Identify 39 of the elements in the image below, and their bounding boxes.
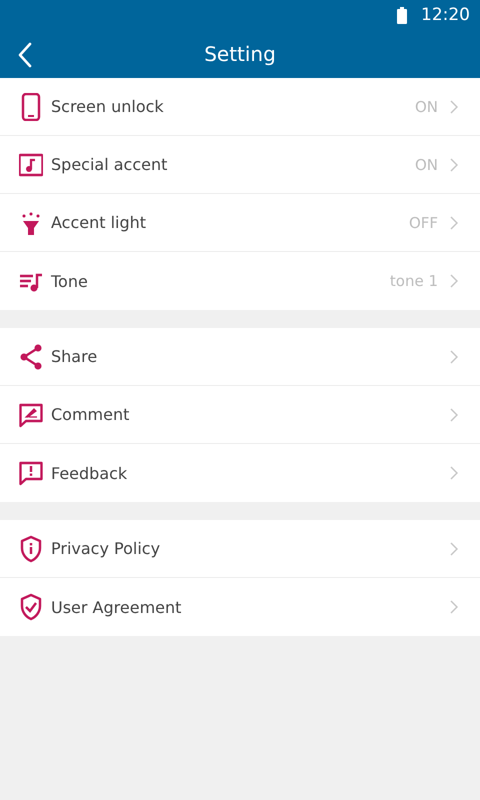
- chevron-icon: [450, 600, 458, 614]
- row-label: Privacy Policy: [51, 539, 162, 558]
- row-label: Screen unlock: [51, 97, 165, 116]
- settings-row[interactable]: Share: [0, 328, 480, 386]
- row-label: Comment: [51, 405, 130, 424]
- chevron-icon: [450, 542, 458, 556]
- status-time: 12:20: [421, 5, 470, 25]
- settings-row[interactable]: Feedback: [0, 444, 480, 502]
- phone-icon: [19, 92, 43, 120]
- chevron-icon: [450, 408, 458, 422]
- row-value: ON: [414, 98, 438, 116]
- settings-row[interactable]: Tone tone 1: [0, 252, 480, 310]
- row-value: OFF: [408, 214, 438, 232]
- settings-row[interactable]: Special accent ON: [0, 136, 480, 194]
- chevron-icon: [450, 274, 458, 288]
- shield-info-icon: [19, 534, 43, 562]
- chevron-icon: [450, 100, 458, 114]
- row-label: Feedback: [51, 464, 128, 482]
- settings-row[interactable]: Screen unlock ON: [0, 78, 480, 136]
- chevron-icon: [450, 466, 458, 480]
- share-icon: [19, 342, 43, 370]
- page-title: Setting: [204, 42, 276, 66]
- battery-icon: [397, 6, 407, 24]
- row-label: Share: [51, 347, 98, 366]
- shield-check-icon: [19, 593, 43, 621]
- feedback-icon: [19, 459, 43, 487]
- row-label: Accent light: [51, 213, 148, 232]
- settings-row[interactable]: Comment: [0, 386, 480, 444]
- settings-row[interactable]: Privacy Policy: [0, 520, 480, 578]
- row-label: User Agreement: [51, 598, 182, 616]
- settings-row[interactable]: Accent light OFF: [0, 194, 480, 252]
- row-value: ON: [414, 156, 438, 174]
- row-label: Tone: [51, 272, 89, 290]
- chevron-icon: [450, 350, 458, 364]
- row-label: Special accent: [51, 155, 168, 174]
- settings-row[interactable]: User Agreement: [0, 578, 480, 636]
- chevron-icon: [450, 158, 458, 172]
- chevron-icon: [450, 216, 458, 230]
- row-value: tone 1: [390, 272, 438, 290]
